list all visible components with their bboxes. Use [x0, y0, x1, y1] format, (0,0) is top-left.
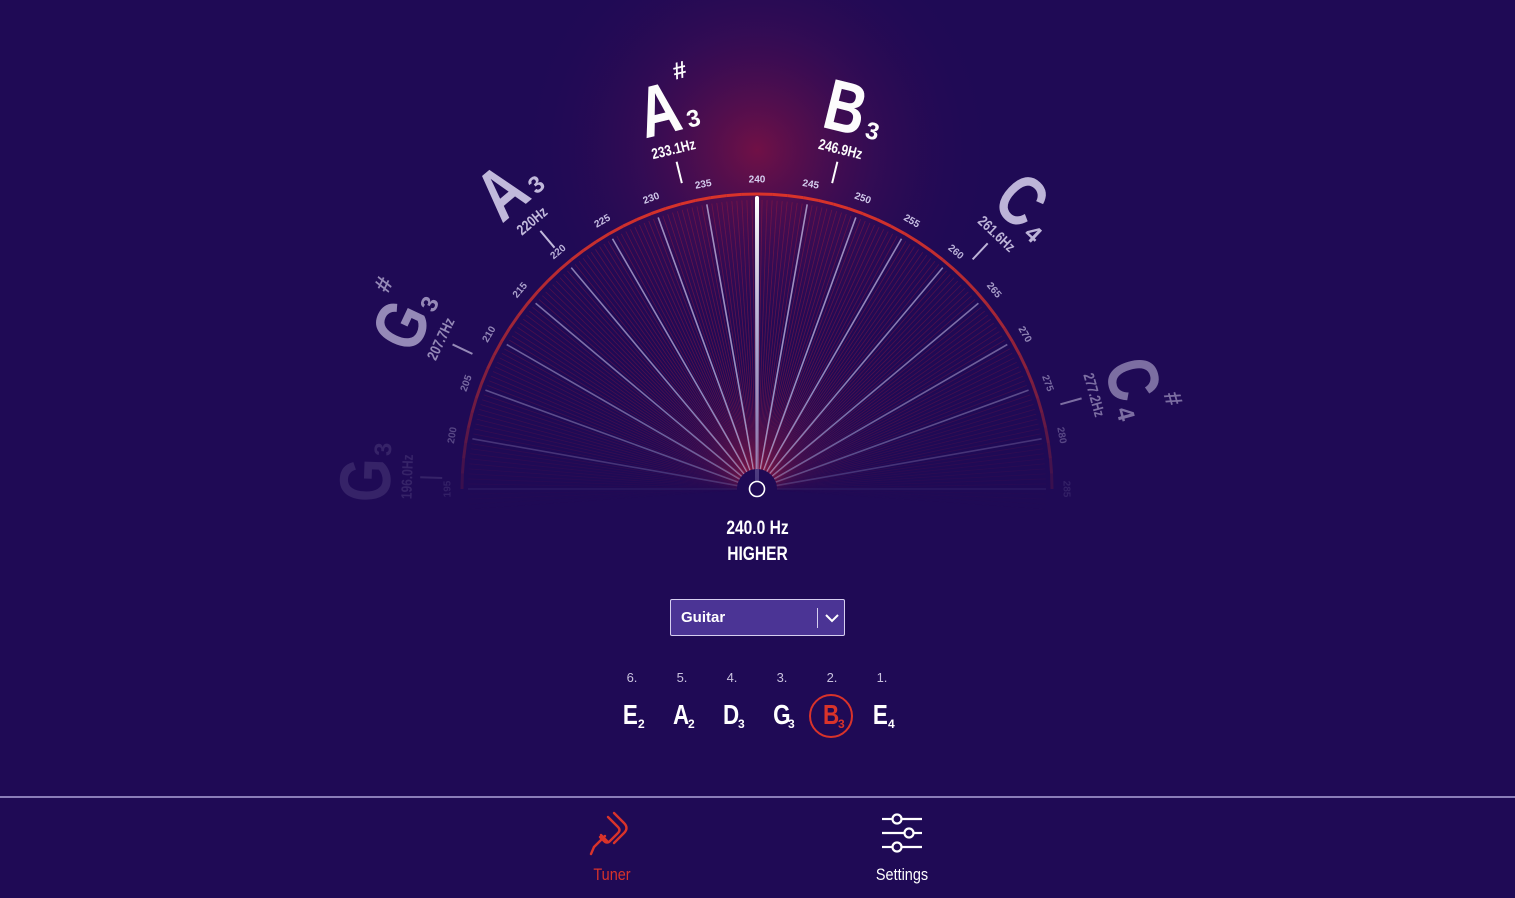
string-note: E — [872, 699, 888, 730]
sliders-icon — [882, 813, 922, 853]
tab-settings-label: Settings — [875, 865, 929, 884]
string-octave: 2 — [688, 717, 695, 731]
tuning-direction: HIGHER — [727, 544, 788, 565]
string-number: 3. — [776, 670, 788, 685]
instrument-select[interactable]: Guitar — [670, 599, 845, 636]
note-octave: 3 — [370, 442, 397, 456]
scale-label: 285 — [1060, 481, 1071, 498]
string-3[interactable]: 3. G3 — [757, 668, 807, 743]
scale-arc-segment — [710, 194, 727, 200]
scale-arc-segment — [1048, 458, 1054, 474]
scale-arc-segment — [772, 192, 788, 198]
nav-divider — [0, 796, 1515, 798]
scale-label: 195 — [443, 480, 454, 497]
string-octave: 3 — [738, 717, 745, 731]
string-number: 6. — [626, 670, 638, 685]
string-6[interactable]: 6. E2 — [607, 668, 657, 743]
scale-arc-segment — [726, 192, 742, 198]
string-note: E — [622, 699, 638, 730]
note-tick — [420, 476, 443, 480]
tab-tuner-label: Tuner — [593, 865, 631, 884]
string-octave: 3 — [788, 717, 795, 731]
tuner-dial: 195200205210215220225230235 240 2452502552… — [0, 0, 1515, 510]
string-note: D — [723, 699, 740, 730]
string-note: A — [673, 699, 690, 730]
tab-settings[interactable]: Settings — [842, 805, 962, 895]
instrument-select-value: Guitar — [681, 609, 726, 626]
select-divider — [817, 608, 818, 628]
string-octave: 3 — [838, 717, 845, 731]
string-number: 1. — [876, 670, 888, 685]
note-name: G — [325, 457, 407, 503]
string-5[interactable]: 5. A2 — [657, 668, 707, 743]
string-4[interactable]: 4. D3 — [707, 668, 757, 743]
string-2[interactable]: 2. B3 — [807, 668, 857, 743]
string-number: 2. — [826, 670, 838, 685]
scale-label: 240 — [749, 175, 766, 186]
scale-arc-segment — [462, 442, 468, 459]
string-number: 4. — [726, 670, 738, 685]
tab-tuner[interactable]: Tuner — [552, 805, 672, 895]
string-1[interactable]: 1. E4 — [857, 668, 907, 743]
frequency-readout: 240.0 Hz — [726, 518, 789, 539]
needle-pivot — [748, 480, 766, 498]
string-note: B — [823, 699, 840, 730]
tuning-fork-icon — [589, 811, 628, 856]
string-octave: 4 — [888, 717, 895, 731]
scale-arc-segment — [460, 458, 466, 474]
string-octave: 2 — [638, 717, 645, 731]
string-number: 5. — [676, 670, 688, 685]
chevron-down-icon — [825, 614, 839, 623]
scale-arc-segment — [787, 194, 804, 200]
scale-arc-segment — [1046, 442, 1052, 459]
